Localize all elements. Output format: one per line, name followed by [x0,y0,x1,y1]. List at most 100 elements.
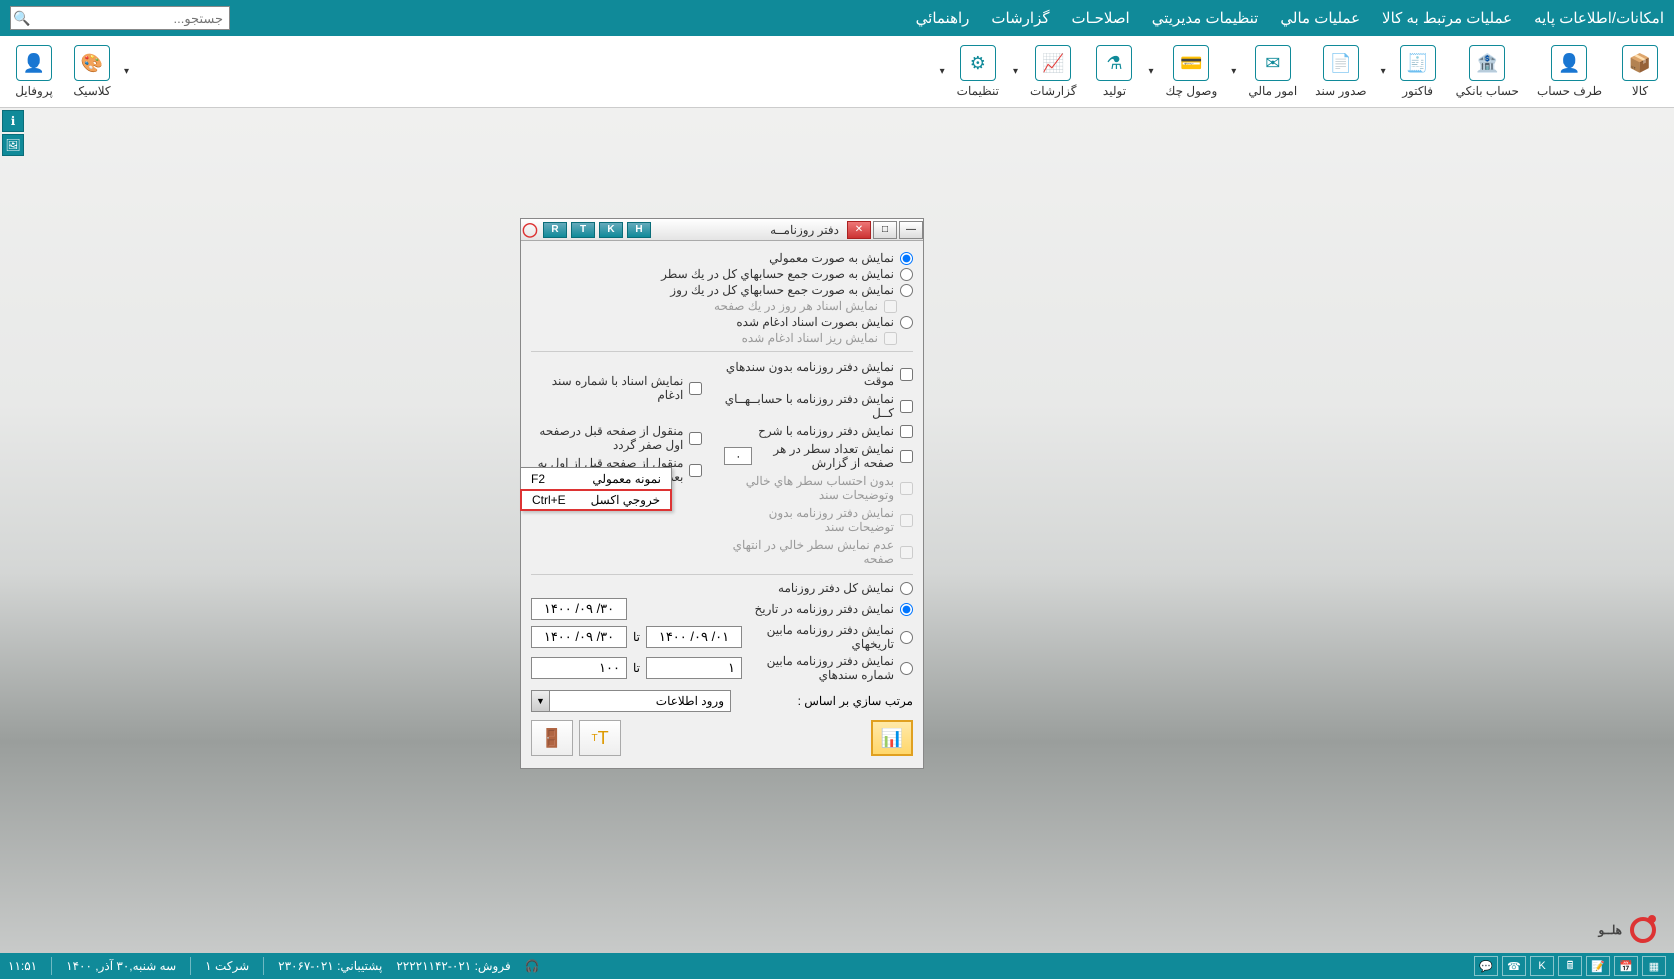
date-to-input[interactable]: ۱۴۰۰ /۰۹ /۳۰ [531,626,627,648]
ctx-excel-export[interactable]: خروجي اکسل Ctrl+E [520,489,672,511]
tool-account-party[interactable]: 👤طرف حساب [1529,36,1610,107]
search-input[interactable] [33,11,229,26]
sb-chat-icon[interactable]: 💬 [1474,956,1498,976]
sb-support-number: ۰۲۱-۲۳۰۶۷ [278,959,334,973]
date-from-input[interactable]: ۱۴۰۰ /۰۹ /۰۱ [646,626,742,648]
key-k-button[interactable]: K [599,222,623,238]
check-docs-per-page: نمایش اسناد هر روز در یك صفحه [531,299,913,313]
flask-icon: ⚗ [1096,45,1132,81]
date-on-input[interactable]: ۱۴۰۰ /۰۹ /۳۰ [531,598,627,620]
dialog-titlebar: ✕ □ — دفتر روزنامــه R T K H ◯ [521,219,923,241]
font-button[interactable]: TT [579,720,621,756]
side-info-icon[interactable]: ℹ [2,110,24,132]
holo-mini-icon: ◯ [521,221,539,239]
key-h-button[interactable]: H [627,222,651,238]
sb-grid-icon[interactable]: ▦ [1642,956,1666,976]
sb-calendar-icon[interactable]: 📅 [1614,956,1638,976]
tool-production[interactable]: ⚗تولید [1086,36,1142,107]
run-report-button[interactable]: 📊 [871,720,913,756]
receipt-icon: 🧾 [1400,45,1436,81]
check-merged-doc-no[interactable]: نمایش اسناد با شماره سند ادغام [531,374,702,402]
logo-mark-icon [1630,917,1656,943]
radio-total-per-line[interactable]: نمایش به صورت جمع حسابهاي کل در یك سطر [531,267,913,281]
document-icon: 📄 [1323,45,1359,81]
tool-cheque[interactable]: 💳وصول چك [1158,41,1226,102]
dropdown-icon[interactable]: ▾ [120,66,133,77]
bank-icon: 🏦 [1469,45,1505,81]
tool-reports[interactable]: 📈گزارشات [1022,41,1084,102]
tool-settings[interactable]: ⚙تنظیمات [949,41,1007,102]
docno-to-input[interactable] [531,657,627,679]
tool-invoice[interactable]: 🧾فاکتور [1390,41,1446,102]
search-icon[interactable]: 🔍 [11,7,33,29]
minimize-button[interactable]: — [899,221,923,239]
menu-financial[interactable]: عملیات مالي [1280,9,1360,27]
tool-goods[interactable]: 📦کالا [1612,36,1668,107]
dropdown-icon[interactable]: ▾ [1227,66,1240,77]
dropdown-icon[interactable]: ▾ [1144,66,1157,77]
check-without-temp[interactable]: نمایش دفتر روزنامه بدون سندهاي موقت [722,360,913,388]
main-menubar: امکانات/اطلاعات پایه عملیات مرتبط به کال… [0,0,1674,36]
check-carryover-first-zero[interactable]: منقول از صفحه قبل درصفحه اول صفر گردد [531,424,702,452]
check-with-desc[interactable]: نمایش دفتر روزنامه با شرح [722,424,913,438]
check-rows-per-page[interactable]: نمایش تعداد سطر در هر صفحه از گزارش [722,442,913,470]
ctx-normal-sample[interactable]: نمونه معمولي F2 [521,468,671,490]
tool-profile[interactable]: 👤پروفایل [6,36,62,107]
radio-normal-display[interactable]: نمایش به صورت معمولي [531,251,913,265]
check-with-gl[interactable]: نمایش دفتر روزنامه با حسابــهــاي کــل [722,392,913,420]
rows-count-input[interactable] [724,447,752,465]
status-bar: ▦ 📅 📝 🖩 K ☎ 💬 🎧 فروش: ۰۲۱-۲۲۲۲۱۱۴۲ پشتیب… [0,953,1674,979]
menu-corrections[interactable]: اصلاحـات [1072,9,1130,27]
gear-icon: ⚙ [960,45,996,81]
tool-classic[interactable]: 🎨کلاسیک [64,41,120,102]
sort-combo-text: ورود اطلاعات [550,694,730,708]
main-toolbar: 📦کالا 👤طرف حساب 🏦حساب بانکي 🧾فاکتور▾ 📄صد… [0,36,1674,108]
docno-sep-label: تا [633,661,640,675]
menu-management[interactable]: تنظیمات مدیریتي [1152,9,1259,27]
menu-goods[interactable]: عملیات مرتبط به کالا [1382,9,1512,27]
tool-voucher[interactable]: 📄صدور سند [1307,36,1374,107]
workspace: ℹ 🖼 هلــو ✕ □ — دفتر روزنامــه R T K H [0,108,1674,953]
sb-company: شرکت ۱ [205,959,249,973]
sb-support-label: پشتیباني: [337,959,382,973]
tool-financial-affairs[interactable]: ✉امور مالي [1240,41,1305,102]
report-context-menu: نمونه معمولي F2 خروجي اکسل Ctrl+E [520,467,672,511]
radio-total-per-day[interactable]: نمایش به صورت جمع حسابهاي کل در یك روز [531,283,913,297]
dropdown-icon[interactable]: ▾ [936,66,949,77]
tool-bank-account[interactable]: 🏦حساب بانکي [1448,36,1527,107]
sb-sales-number: ۰۲۱-۲۲۲۲۱۱۴۲ [396,959,471,973]
menu-reports[interactable]: گزارشات [991,9,1049,27]
check-without-desc: نمایش دفتر روزنامه بدون توضیحات سند [722,506,913,534]
menu-help[interactable]: راهنمائي [916,9,970,27]
maximize-button[interactable]: □ [873,221,897,239]
radio-journal-between-docno[interactable]: نمایش دفتر روزنامه مابین شماره سندهاي [754,654,913,682]
sb-note-icon[interactable]: 📝 [1586,956,1610,976]
chart-icon: 📈 [1035,45,1071,81]
date-sep-label: تا [633,630,640,644]
app-logo: هلــو [1598,917,1656,943]
radio-journal-between-dates[interactable]: نمایش دفتر روزنامه مابین تاریخهاي [754,623,913,651]
dropdown-icon[interactable]: ▾ [1009,66,1022,77]
radio-full-journal[interactable]: نمایش کل دفتر روزنامه [531,581,913,595]
side-image-icon[interactable]: 🖼 [2,134,24,156]
menu-base[interactable]: امکانات/اطلاعات پایه [1534,9,1664,27]
sb-k-icon[interactable]: K [1530,956,1554,976]
radio-journal-on-date[interactable]: نمایش دفتر روزنامه در تاریخ [755,602,914,616]
exit-button[interactable]: 🚪 [531,720,573,756]
sb-headset-icon: 🎧 [525,959,540,973]
key-t-button[interactable]: T [571,222,595,238]
search-box: 🔍 [10,6,230,30]
radio-merged-docs[interactable]: نمایش بصورت اسناد ادغام شده [531,315,913,329]
docno-from-input[interactable] [646,657,742,679]
card-icon: 💳 [1173,45,1209,81]
palette-icon: 🎨 [74,45,110,81]
sb-calc-icon[interactable]: 🖩 [1558,956,1582,976]
dropdown-icon[interactable]: ▾ [1377,66,1390,77]
sb-phone-icon[interactable]: ☎ [1502,956,1526,976]
sort-combo[interactable]: ورود اطلاعات ▼ [531,690,731,712]
check-merged-detail: نمایش ریز اسناد ادغام شده [531,331,913,345]
key-r-button[interactable]: R [543,222,567,238]
chevron-down-icon[interactable]: ▼ [532,691,550,711]
sb-time: ۱۱:۵۱ [8,959,37,973]
close-button[interactable]: ✕ [847,221,871,239]
